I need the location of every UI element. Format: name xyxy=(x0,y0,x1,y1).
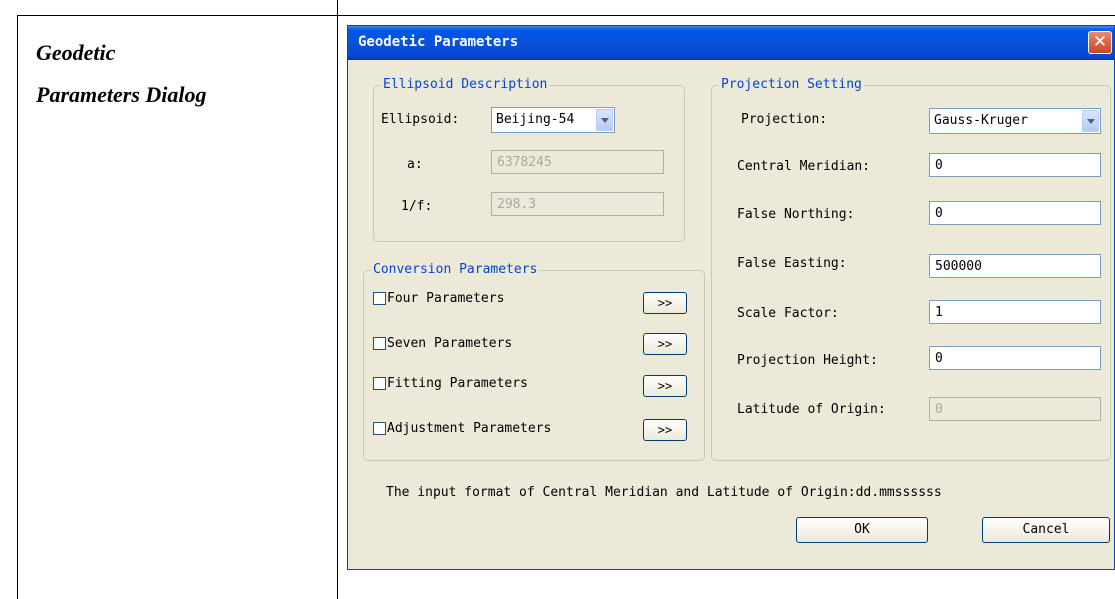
seven-parameters-label[interactable]: Seven Parameters xyxy=(387,336,512,351)
fitting-parameters-button[interactable]: >> xyxy=(643,375,687,397)
false-easting-label: False Easting: xyxy=(737,256,847,271)
dialog-title: Geodetic Parameters xyxy=(358,34,519,50)
f-label: 1/f: xyxy=(401,199,433,214)
dialog-titlebar[interactable]: Geodetic Parameters ✕ xyxy=(348,26,1114,60)
a-field[interactable] xyxy=(491,150,664,174)
chevron-down-icon[interactable] xyxy=(1082,110,1099,132)
projection-height-label: Projection Height: xyxy=(737,353,878,368)
projection-select[interactable]: Gauss-Kruger xyxy=(929,108,1101,134)
scale-factor-field[interactable] xyxy=(929,300,1101,324)
adjustment-parameters-label[interactable]: Adjustment Parameters xyxy=(387,421,551,436)
four-parameters-button[interactable]: >> xyxy=(643,292,687,314)
four-parameters-checkbox[interactable] xyxy=(373,292,386,305)
a-label: a: xyxy=(407,157,423,172)
table-top-border xyxy=(17,15,1115,16)
ellipsoid-selected-value: Beijing-54 xyxy=(496,112,575,127)
projection-height-field[interactable] xyxy=(929,346,1101,370)
false-northing-label: False Northing: xyxy=(737,207,855,222)
document-label-line2: Parameters Dialog xyxy=(36,82,207,107)
ellipsoid-select[interactable]: Beijing-54 xyxy=(491,107,615,133)
chevron-down-icon[interactable] xyxy=(596,109,613,131)
adjustment-parameters-checkbox[interactable] xyxy=(373,422,386,435)
fitting-parameters-label[interactable]: Fitting Parameters xyxy=(387,376,528,391)
seven-parameters-button[interactable]: >> xyxy=(643,333,687,355)
seven-parameters-checkbox[interactable] xyxy=(373,337,386,350)
central-meridian-label: Central Meridian: xyxy=(737,159,871,174)
adjustment-parameters-button[interactable]: >> xyxy=(643,419,687,441)
geodetic-parameters-dialog: Geodetic Parameters ✕ Ellipsoid Descript… xyxy=(347,25,1115,570)
false-easting-field[interactable] xyxy=(929,254,1101,278)
ok-button[interactable]: OK xyxy=(796,517,928,543)
close-button[interactable]: ✕ xyxy=(1088,31,1112,54)
document-label-line1: Geodetic xyxy=(36,40,116,65)
conversion-group-legend: Conversion Parameters xyxy=(371,262,540,278)
central-meridian-field[interactable] xyxy=(929,153,1101,177)
input-format-hint: The input format of Central Meridian and… xyxy=(386,485,942,500)
fitting-parameters-checkbox[interactable] xyxy=(373,377,386,390)
table-divider xyxy=(337,0,338,599)
latitude-of-origin-label: Latitude of Origin: xyxy=(737,402,886,417)
ellipsoid-group-legend: Ellipsoid Description xyxy=(381,77,550,93)
close-icon: ✕ xyxy=(1092,32,1108,52)
projection-label: Projection: xyxy=(741,112,828,127)
projection-group-legend: Projection Setting xyxy=(719,77,864,93)
scale-factor-label: Scale Factor: xyxy=(737,306,839,321)
f-field[interactable] xyxy=(491,192,664,216)
cancel-button[interactable]: Cancel xyxy=(982,517,1110,543)
table-left-border xyxy=(17,15,18,599)
projection-selected-value: Gauss-Kruger xyxy=(934,113,1028,128)
false-northing-field[interactable] xyxy=(929,201,1101,225)
latitude-of-origin-field[interactable] xyxy=(929,397,1101,421)
ellipsoid-label: Ellipsoid: xyxy=(381,112,460,127)
four-parameters-label[interactable]: Four Parameters xyxy=(387,291,504,306)
document-label: Geodetic Parameters Dialog xyxy=(36,32,316,116)
